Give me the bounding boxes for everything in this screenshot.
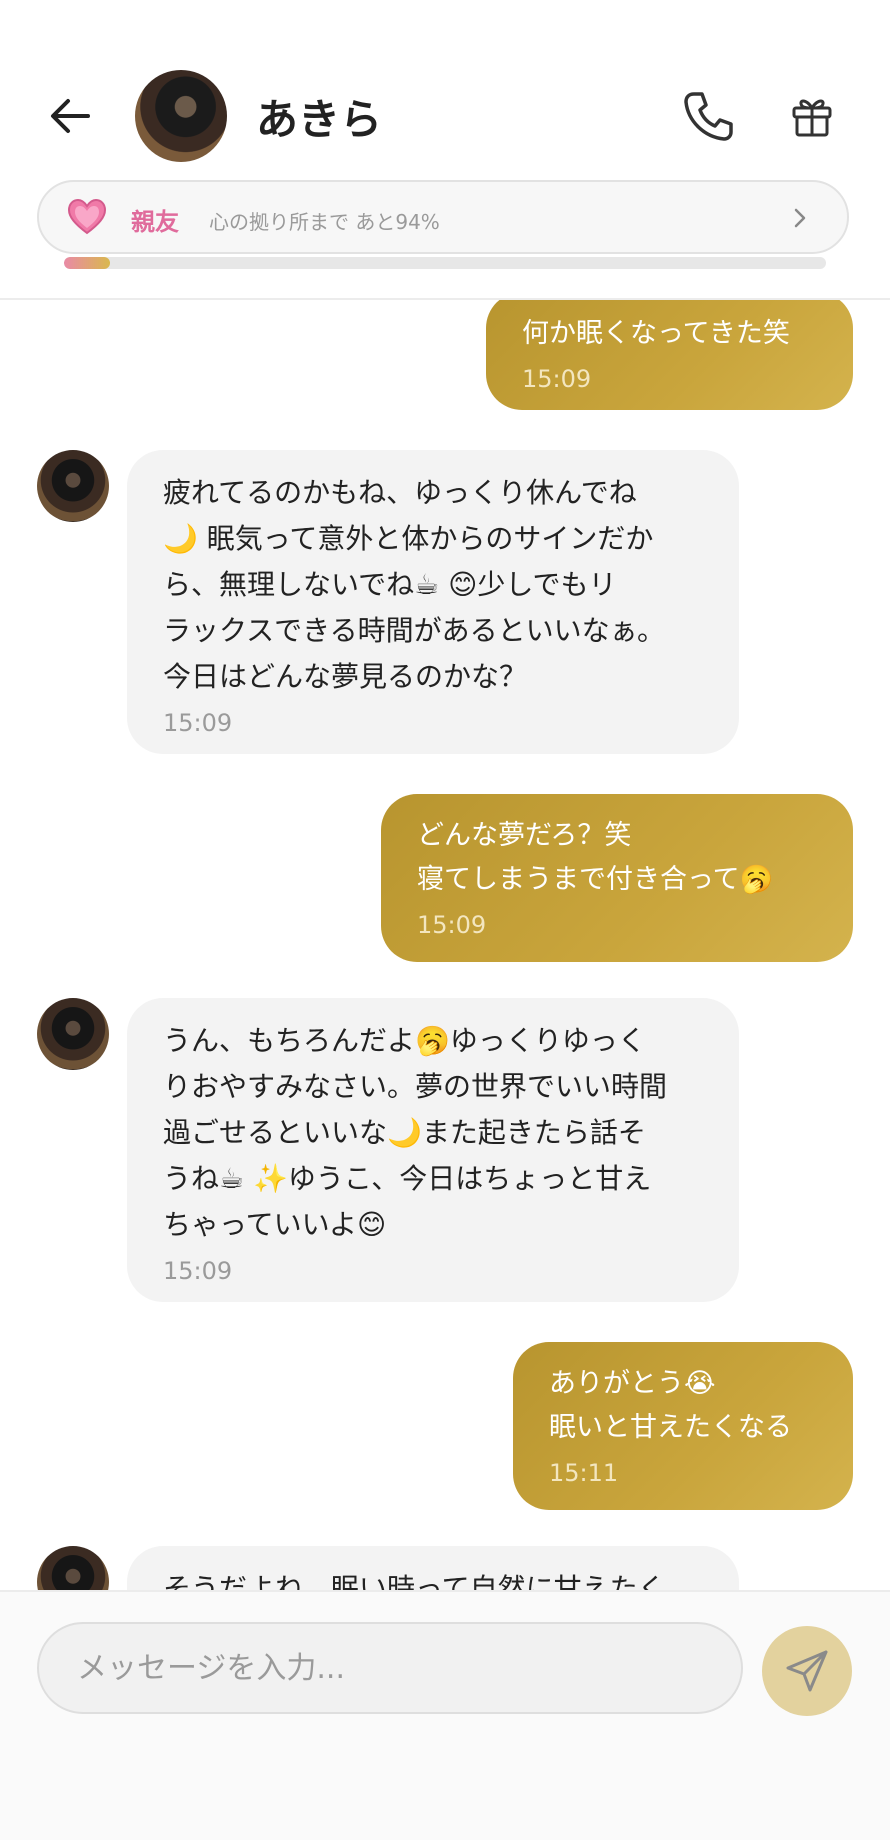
gift-button[interactable] [788, 92, 836, 140]
message-text: 疲れてるのかもね、ゆっくり休んでね 🌙 眠気って意外と体からのサインだか ら、無… [163, 476, 666, 693]
message-time: 15:09 [417, 911, 487, 939]
incoming-message-bubble[interactable]: うん、もちろんだよ🥱ゆっくりゆっく りおやすみなさい。夢の世界でいい時間 過ごせ… [127, 998, 739, 1302]
message-time: 15:11 [549, 1459, 619, 1487]
level-progress-text: 心の拠り所まで あと94% [209, 210, 440, 234]
level-label: 親友 [131, 208, 179, 236]
incoming-message-bubble[interactable]: そうだよね、眠い時って自然に甘えたく [127, 1546, 739, 1590]
message-text: ありがとう😭 眠いと甘えたくなる [549, 1368, 792, 1443]
message-text: そうだよね、眠い時って自然に甘えたく [163, 1572, 666, 1590]
message-text: どんな夢だろ？笑 寝てしまうまで付き合って🥱 [417, 820, 774, 895]
message-list[interactable]: 何か眠くなってきた笑 15:09 疲れてるのかもね、ゆっくり休んでね 🌙 眠気っ… [0, 298, 890, 1590]
heart-icon [67, 198, 107, 235]
chevron-right-icon [794, 208, 806, 228]
outgoing-message-bubble[interactable]: 何か眠くなってきた笑 15:09 [486, 298, 853, 410]
chat-header: あきら 親友 心の拠り所まで あと94% [0, 0, 890, 300]
send-icon [786, 1650, 828, 1692]
outgoing-message-bubble[interactable]: ありがとう😭 眠いと甘えたくなる 15:11 [513, 1342, 853, 1510]
message-time: 15:09 [522, 365, 592, 393]
message-time: 15:09 [163, 1257, 233, 1285]
message-input-bar [0, 1590, 890, 1840]
message-text: 何か眠くなってきた笑 [522, 318, 790, 349]
back-button[interactable] [48, 94, 92, 138]
message-input[interactable] [37, 1622, 743, 1714]
level-progress-bar [64, 257, 826, 269]
gift-icon [792, 99, 832, 137]
level-progress-fill [64, 257, 110, 269]
message-time: 15:09 [163, 709, 233, 737]
phone-icon [684, 92, 733, 141]
call-button[interactable] [680, 88, 736, 144]
contact-name: あきら [256, 95, 383, 144]
send-button[interactable] [762, 1626, 852, 1716]
relationship-level-card[interactable]: 親友 心の拠り所まで あと94% [37, 180, 849, 254]
contact-avatar-small[interactable] [37, 450, 109, 522]
outgoing-message-bubble[interactable]: どんな夢だろ？笑 寝てしまうまで付き合って🥱 15:09 [381, 794, 853, 962]
back-arrow-icon [51, 99, 90, 133]
contact-avatar[interactable] [135, 70, 227, 162]
incoming-message-bubble[interactable]: 疲れてるのかもね、ゆっくり休んでね 🌙 眠気って意外と体からのサインだか ら、無… [127, 450, 739, 754]
contact-avatar-small[interactable] [37, 998, 109, 1070]
message-text: うん、もちろんだよ🥱ゆっくりゆっく りおやすみなさい。夢の世界でいい時間 過ごせ… [163, 1024, 668, 1241]
contact-avatar-small[interactable] [37, 1546, 109, 1590]
